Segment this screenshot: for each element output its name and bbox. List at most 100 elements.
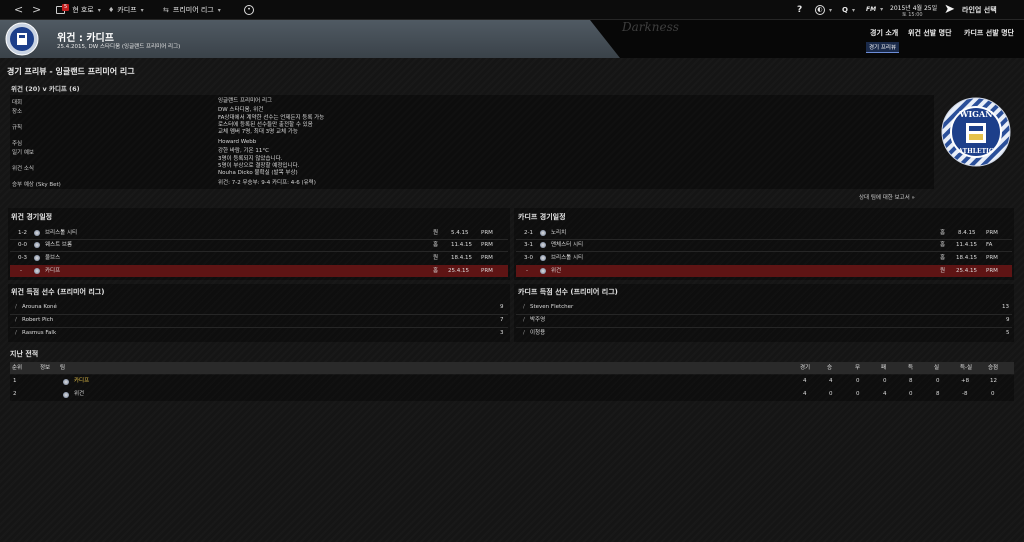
scorer-row[interactable]: / Rasmus Falk 3 bbox=[10, 327, 508, 340]
scorer-row[interactable]: / Steven Fletcher 13 bbox=[516, 301, 1012, 314]
tab-cardiff-lineup[interactable]: 카디프 선발 명단 bbox=[964, 28, 1014, 38]
globe-button[interactable]: ◐ ▾ bbox=[815, 0, 832, 20]
col-points[interactable]: 승점 bbox=[988, 362, 998, 374]
fixture-team[interactable]: 브리스톨 시티 bbox=[551, 252, 583, 264]
col-goal-difference[interactable]: 득-실 bbox=[960, 362, 972, 374]
forward-arrow-icon[interactable]: > bbox=[32, 0, 41, 20]
back-arrow-icon[interactable]: < bbox=[14, 0, 23, 20]
game-menu-icon: • bbox=[244, 5, 254, 15]
fixture-competition: PRM bbox=[986, 268, 998, 274]
info-label-weather: 일기 예보 bbox=[12, 150, 34, 156]
tab-wigan-lineup[interactable]: 위건 선발 명단 bbox=[908, 28, 952, 38]
info-value-team-news: 3명이 등록되지 않았습니다. 5명이 부상으로 결장할 예정입니다. Nouh… bbox=[218, 156, 300, 176]
info-label-competition: 대회 bbox=[12, 100, 23, 106]
row-won: 0 bbox=[829, 391, 833, 397]
skin-watermark: Darkness bbox=[622, 20, 679, 34]
row-goals-against: 8 bbox=[936, 391, 940, 397]
fixture-date: 5.4.15 bbox=[451, 230, 469, 236]
scorer-row[interactable]: / 박주영 9 bbox=[516, 314, 1012, 327]
fixture-row[interactable]: 0-3 울브스 원 18.4.15 PRM bbox=[10, 252, 508, 264]
fixture-row[interactable]: 3-1 맨체스터 시티 홈 11.4.15 FA bbox=[516, 239, 1012, 251]
help-icon[interactable]: ? bbox=[797, 0, 802, 20]
search-icon: Q bbox=[842, 6, 848, 14]
info-label-team-news: 위건 소식 bbox=[12, 166, 34, 172]
info-label-odds: 승부 예상 (Sky Bet) bbox=[12, 182, 61, 188]
col-drawn[interactable]: 무 bbox=[855, 362, 860, 374]
wigan-crest-icon bbox=[5, 22, 39, 56]
fixture-row[interactable]: 3-0 브리스톨 시티 홈 18.4.15 PRM bbox=[516, 252, 1012, 264]
fixture-date: 11.4.15 bbox=[956, 242, 977, 248]
row-position: 2 bbox=[13, 391, 17, 397]
scorer-row[interactable]: / Arouna Koné 9 bbox=[10, 301, 508, 314]
team-crest-icon bbox=[63, 391, 69, 398]
row-team[interactable]: 카디프 bbox=[74, 375, 89, 388]
table-header: 순위 정보 팀 경기 승 무 패 득 실 득-실 승점 bbox=[10, 362, 1014, 374]
col-played[interactable]: 경기 bbox=[800, 362, 810, 374]
fixture-venue: 홈 bbox=[940, 230, 946, 236]
col-goals-for[interactable]: 득 bbox=[908, 362, 913, 374]
player-icon: / bbox=[15, 330, 17, 336]
league-label: 프리미어 리그 bbox=[172, 6, 214, 14]
col-goals-against[interactable]: 실 bbox=[934, 362, 939, 374]
fixture-row-next[interactable]: - 위건 원 25.4.15 PRM bbox=[516, 265, 1012, 277]
player-icon: / bbox=[15, 317, 17, 323]
continue-button[interactable]: 라인업 선택 bbox=[962, 0, 997, 20]
scorer-name[interactable]: 박주영 bbox=[530, 314, 545, 327]
fixture-team[interactable]: 웨스트 브롬 bbox=[45, 239, 72, 251]
top-bar: < > 5현 호로 ▾ ♦ 카디프 ▾ ⇆ 프리미어 리그 ▾ • ? ◐ ▾ Q ▾ FM ▾… bbox=[0, 0, 1024, 20]
scorer-row[interactable]: / Robert Pich 7 bbox=[10, 314, 508, 327]
fixture-row-next[interactable]: - 카디프 홈 25.4.15 PRM bbox=[10, 265, 508, 277]
col-position[interactable]: 순위 bbox=[12, 362, 22, 374]
fixture-row[interactable]: 2-1 노리치 홈 8.4.15 PRM bbox=[516, 227, 1012, 239]
wigan-fixtures-panel: 위건 경기일정 1-2 브리스톨 시티 원 5.4.15 PRM 0-0 웨스트… bbox=[8, 208, 510, 280]
scorer-name[interactable]: Rasmus Falk bbox=[22, 327, 56, 340]
fixture-team[interactable]: 맨체스터 시티 bbox=[551, 239, 583, 251]
opponent-report-link[interactable]: 상대 팀에 대한 보고서 » bbox=[859, 193, 915, 201]
fixture-team[interactable]: 브리스톨 시티 bbox=[45, 227, 77, 239]
tab-match-preview[interactable]: 경기 프리뷰 bbox=[866, 42, 900, 53]
fixture-score: 3-1 bbox=[524, 242, 533, 248]
fixture-date: 18.4.15 bbox=[956, 255, 977, 261]
col-team[interactable]: 팀 bbox=[60, 362, 65, 374]
club-label: 카디프 bbox=[117, 6, 137, 14]
match-subtitle: 25.4.2015, DW 스타디움 (잉글랜드 프리미어 리그) bbox=[57, 44, 181, 50]
scorer-name[interactable]: Steven Fletcher bbox=[530, 301, 573, 314]
fixture-team[interactable]: 울브스 bbox=[45, 252, 60, 264]
league-menu-button[interactable]: ⇆ 프리미어 리그 ▾ bbox=[163, 0, 221, 20]
scorer-name[interactable]: Robert Pich bbox=[22, 314, 53, 327]
table-row[interactable]: 2 위건 4 0 0 4 0 8 -8 0 bbox=[10, 388, 1014, 401]
fixture-team[interactable]: 카디프 bbox=[45, 265, 60, 277]
table-row[interactable]: 1 카디프 4 4 0 0 8 0 +8 12 bbox=[10, 375, 1014, 388]
search-button[interactable]: Q ▾ bbox=[842, 0, 855, 20]
row-goal-difference: +8 bbox=[961, 378, 970, 384]
fixture-row[interactable]: 1-2 브리스톨 시티 원 5.4.15 PRM bbox=[10, 227, 508, 239]
crest-bottom-text: ATHLETIC bbox=[957, 148, 994, 155]
scorer-name[interactable]: Arouna Koné bbox=[22, 301, 57, 314]
settings-button[interactable]: • bbox=[244, 0, 254, 20]
fixture-date: 25.4.15 bbox=[448, 268, 469, 274]
col-info[interactable]: 정보 bbox=[40, 362, 50, 374]
col-lost[interactable]: 패 bbox=[881, 362, 886, 374]
scorer-name[interactable]: 이청용 bbox=[530, 327, 545, 340]
fm-menu-button[interactable]: FM ▾ bbox=[866, 0, 883, 20]
row-goals-for: 0 bbox=[909, 391, 913, 397]
row-team[interactable]: 위건 bbox=[74, 388, 84, 401]
info-label-venue: 장소 bbox=[12, 109, 23, 115]
fixture-team[interactable]: 위건 bbox=[551, 265, 561, 277]
globe-icon: ◐ bbox=[815, 5, 825, 15]
wigan-crest-large: WIGAN ATHLETIC 1932 bbox=[941, 97, 1011, 167]
fixture-team[interactable]: 노리치 bbox=[551, 227, 566, 239]
home-button[interactable]: 5현 호로 ▾ bbox=[56, 0, 101, 20]
fixture-row[interactable]: 0-0 웨스트 브롬 홈 11.4.15 PRM bbox=[10, 239, 508, 251]
tab-match-intro[interactable]: 경기 소개 bbox=[870, 28, 898, 38]
chevron-down-icon: ▾ bbox=[829, 7, 833, 14]
scorer-row[interactable]: / 이청용 5 bbox=[516, 327, 1012, 340]
col-won[interactable]: 승 bbox=[827, 362, 832, 374]
chevron-down-icon: ▾ bbox=[851, 7, 855, 14]
continue-arrow-icon[interactable]: ➤ bbox=[944, 2, 955, 17]
player-icon: / bbox=[523, 304, 525, 310]
cardiff-fixtures-title: 카디프 경기일정 bbox=[518, 213, 566, 221]
club-menu-button[interactable]: ♦ 카디프 ▾ bbox=[108, 0, 144, 20]
player-icon: / bbox=[523, 317, 525, 323]
fm-logo: FM bbox=[866, 6, 877, 13]
